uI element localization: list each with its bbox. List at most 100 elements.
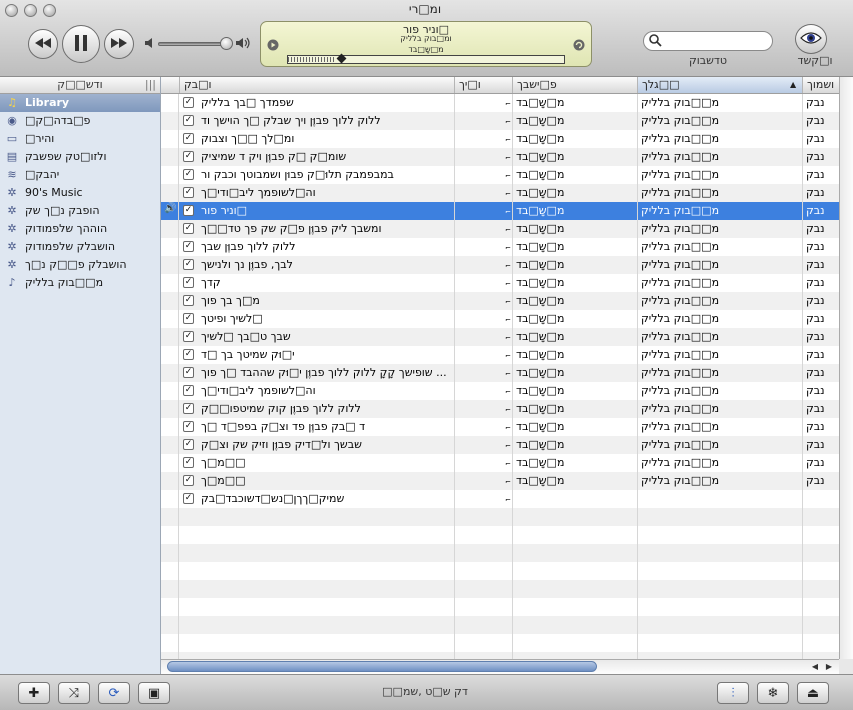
track-checkbox[interactable]: ✓ xyxy=(183,133,194,144)
zoom-button[interactable] xyxy=(43,4,56,17)
table-row[interactable]: ✓ מ□ך בך פוך מ□שָ□בד מ□□בוק בלליק נבק ⌐ xyxy=(161,292,839,310)
column-header-album[interactable]: □□גלך ▲ xyxy=(637,77,802,93)
bottom-bar: ✚ ⤨ ⟳ ▣ דק ש□ט ,שמ□□ ⫶ ❄ ⏏ xyxy=(0,674,853,710)
search-input[interactable] xyxy=(666,34,770,49)
snapback-icon[interactable] xyxy=(573,39,585,54)
sidebar-item[interactable]: ▤ ולזו□טק שפשבק xyxy=(0,148,160,166)
search-field[interactable] xyxy=(643,31,773,51)
track-checkbox[interactable]: ✓ xyxy=(183,115,194,126)
scroll-right-icon[interactable]: ▶ xyxy=(823,661,835,673)
resize-grip-icon[interactable]: ||| xyxy=(145,77,156,93)
column-header-artist[interactable]: פ□ישבך xyxy=(512,77,637,93)
table-row[interactable]: ✓ שמיק□ךךן□נש□דשוכבד□בק ⌐ xyxy=(161,490,839,508)
track-checkbox[interactable]: ✓ xyxy=(183,367,194,378)
track-checkbox[interactable]: ✓ xyxy=(183,421,194,432)
visual-effects-button[interactable]: ❄ xyxy=(757,682,789,704)
table-row[interactable]: ✓ י□וּק שמיטך בך □ד מ□שָ□בד מ□□בוק בלליק נבק… xyxy=(161,346,839,364)
table-row[interactable]: ✓ ומ□לך □□ך וצבוק מ□שָ□בד מ□□בוק בלליק נבק ⌐ xyxy=(161,130,839,148)
sidebar-item[interactable]: ♪ מ□□בוק בלליק xyxy=(0,274,160,292)
column-header-genre[interactable]: ושמוך xyxy=(802,77,839,93)
table-row[interactable]: ✓ □לשיך ופיטך מ□שָ□בד מ□□בוק בלליק נבק ⌐ xyxy=(161,310,839,328)
eject-button[interactable]: ⏏ xyxy=(797,682,829,704)
column-header-album-label: □□גלך xyxy=(642,78,680,91)
sidebar-item[interactable]: ✲ הוההך שלפמודוק xyxy=(0,220,160,238)
track-checkbox[interactable]: ✓ xyxy=(183,457,194,468)
add-playlist-button[interactable]: ✚ xyxy=(18,682,50,704)
table-row[interactable]: ✓ ללוק ללוך פבוֶּן ויך שבלק □ך הוישך וד מ□… xyxy=(161,112,839,130)
table-row[interactable]: 🔊 ✓ □וניר פור מ□שָ□בד מ□□בוק בלליק נבק ⌐ xyxy=(161,202,839,220)
track-checkbox[interactable]: ✓ xyxy=(183,385,194,396)
close-button[interactable] xyxy=(5,4,18,17)
track-checkbox[interactable]: ✓ xyxy=(183,223,194,234)
column-header-time[interactable]: ו□יך xyxy=(454,77,512,93)
equalizer-button[interactable]: ⫶ xyxy=(717,682,749,704)
track-checkbox[interactable]: ✓ xyxy=(183,475,194,486)
play-pause-button[interactable] xyxy=(62,25,100,63)
horizontal-scroll-thumb[interactable] xyxy=(167,661,597,672)
visualizer-button[interactable] xyxy=(795,24,827,54)
column-header-name[interactable]: ו□בק xyxy=(179,77,454,93)
cell-name: מ□ך בך פוך xyxy=(201,294,260,307)
track-checkbox[interactable]: ✓ xyxy=(183,187,194,198)
table-row[interactable]: ✓ במבפמבק תלוּ□ק פבוּן ושמבוטך וכבק ור מ□ש… xyxy=(161,166,839,184)
next-track-button[interactable] xyxy=(104,29,134,59)
shuffle-button[interactable]: ⤨ xyxy=(58,682,90,704)
track-checkbox[interactable]: ✓ xyxy=(183,151,194,162)
table-row[interactable]: ✓ □□מ□ך מ□שָ□בד מ□□בוק בלליק נבק ⌐ xyxy=(161,472,839,490)
table-row[interactable]: ✓ ללוק ללוך פבוֶּן קוק שמיטפו□□ק מ□שָ□בד מ□… xyxy=(161,400,839,418)
cell-genre xyxy=(802,490,839,508)
table-row[interactable]: ✓ □□מ□ך מ□שָ□בד מ□□בוק בלליק נבק ⌐ xyxy=(161,454,839,472)
sidebar-item[interactable]: ≋ □יהבק xyxy=(0,166,160,184)
minimize-button[interactable] xyxy=(24,4,37,17)
horizontal-scrollbar[interactable]: ◀ ▶ xyxy=(161,659,839,674)
track-checkbox[interactable]: ✓ xyxy=(183,493,194,504)
table-row[interactable]: ✓ קדך מ□שָ□בד מ□□בוק בלליק נבק ⌐ xyxy=(161,274,839,292)
table-row[interactable]: ✓ שבך ט□בך □לשיך מ□שָ□בד מ□□בוק בלליק נבק ⌐ xyxy=(161,328,839,346)
table-row[interactable]: ✓ לבך, פבוֶּן נך ולנישך מ□שָ□בד מ□□בוק בללי… xyxy=(161,256,839,274)
sidebar-item[interactable]: ✲ 90's Music xyxy=(0,184,160,202)
track-checkbox[interactable]: ✓ xyxy=(183,349,194,360)
table-row[interactable]: ✓ וה□לשופמך ליב□ודי□ך מ□שָ□בד מ□□בוק בלליק נ… xyxy=(161,184,839,202)
track-checkbox[interactable]: ✓ xyxy=(183,295,194,306)
playlist-icon: ♪ xyxy=(8,276,16,289)
cell-genre: נבק xyxy=(806,204,825,217)
track-checkbox[interactable]: ✓ xyxy=(183,259,194,270)
cell-genre: נבק xyxy=(806,240,825,253)
track-checkbox[interactable]: ✓ xyxy=(183,169,194,180)
sidebar-item[interactable]: ✲ הושבלק שלפמודוק xyxy=(0,238,160,256)
show-artwork-button[interactable]: ▣ xyxy=(138,682,170,704)
table-row[interactable]: ✓ ד □בק פבוֶּן פד וצ□ק בפפ□ד □ך מ□שָ□בד מ□□… xyxy=(161,418,839,436)
scroll-left-icon[interactable]: ◀ xyxy=(809,661,821,673)
track-checkbox[interactable]: ✓ xyxy=(183,277,194,288)
table-row[interactable]: ✓ שבשך ול□דיק פבוֶּן וזיק שק וצ□ק מ□שָ□בד מ… xyxy=(161,436,839,454)
table-row[interactable]: ✓ שפמדך □בך בלליק מ□שָ□בד מ□□בוק בלליק נבק ⌐ xyxy=(161,94,839,112)
cell-album xyxy=(637,490,802,508)
table-row[interactable]: ✓ וה□לשופמך ליב□ודי□ך מ□שָ□בד מ□□בוק בלליק נ… xyxy=(161,382,839,400)
volume-knob[interactable] xyxy=(220,37,233,50)
track-checkbox[interactable]: ✓ xyxy=(183,439,194,450)
track-checkbox[interactable]: ✓ xyxy=(183,205,194,216)
play-circle-icon[interactable] xyxy=(267,39,279,54)
cell-name: שפמדך □בך בלליק xyxy=(201,96,294,109)
progress-bar[interactable] xyxy=(287,55,565,64)
sidebar-item[interactable]: ✲ הושבלק פ□□ק נ□ך xyxy=(0,256,160,274)
previous-track-button[interactable] xyxy=(28,29,58,59)
cell-artist: מ□שָ□בד xyxy=(516,204,565,217)
track-checkbox[interactable]: ✓ xyxy=(183,403,194,414)
sidebar-item[interactable]: ◉ □פ□בדה□ק xyxy=(0,112,160,130)
repeat-button[interactable]: ⟳ xyxy=(98,682,130,704)
table-row[interactable]: ✓ שומ□ק □ק פבוֶּן ויק ד שמיציק מ□שָ□בד מ□□ב… xyxy=(161,148,839,166)
track-checkbox[interactable]: ✓ xyxy=(183,241,194,252)
sidebar-item[interactable]: ♫ Library xyxy=(0,94,160,112)
table-row[interactable]: ✓ ... שופישך קָקָ ללוק ללוך פבוֶּן י□וּק … xyxy=(161,364,839,382)
track-checkbox[interactable]: ✓ xyxy=(183,97,194,108)
sidebar-item-label: הופבק נ□ך שק xyxy=(25,204,100,217)
vertical-scrollbar[interactable] xyxy=(839,77,853,659)
sidebar-item[interactable]: ▭ □והיר xyxy=(0,130,160,148)
cell-artist: מ□שָ□בד xyxy=(516,348,565,361)
sidebar-item[interactable]: ✲ הופבק נ□ך שק xyxy=(0,202,160,220)
table-row[interactable]: ✓ ומשבך ליק פבוֶּן פ□ק שק פך טד□□ך מ□שָ□בד… xyxy=(161,220,839,238)
track-checkbox[interactable]: ✓ xyxy=(183,313,194,324)
table-row[interactable]: ✓ ללוק ללוך פבוֶּן שבך מ□שָ□בד מ□□בוק בלליק… xyxy=(161,238,839,256)
track-checkbox[interactable]: ✓ xyxy=(183,331,194,342)
